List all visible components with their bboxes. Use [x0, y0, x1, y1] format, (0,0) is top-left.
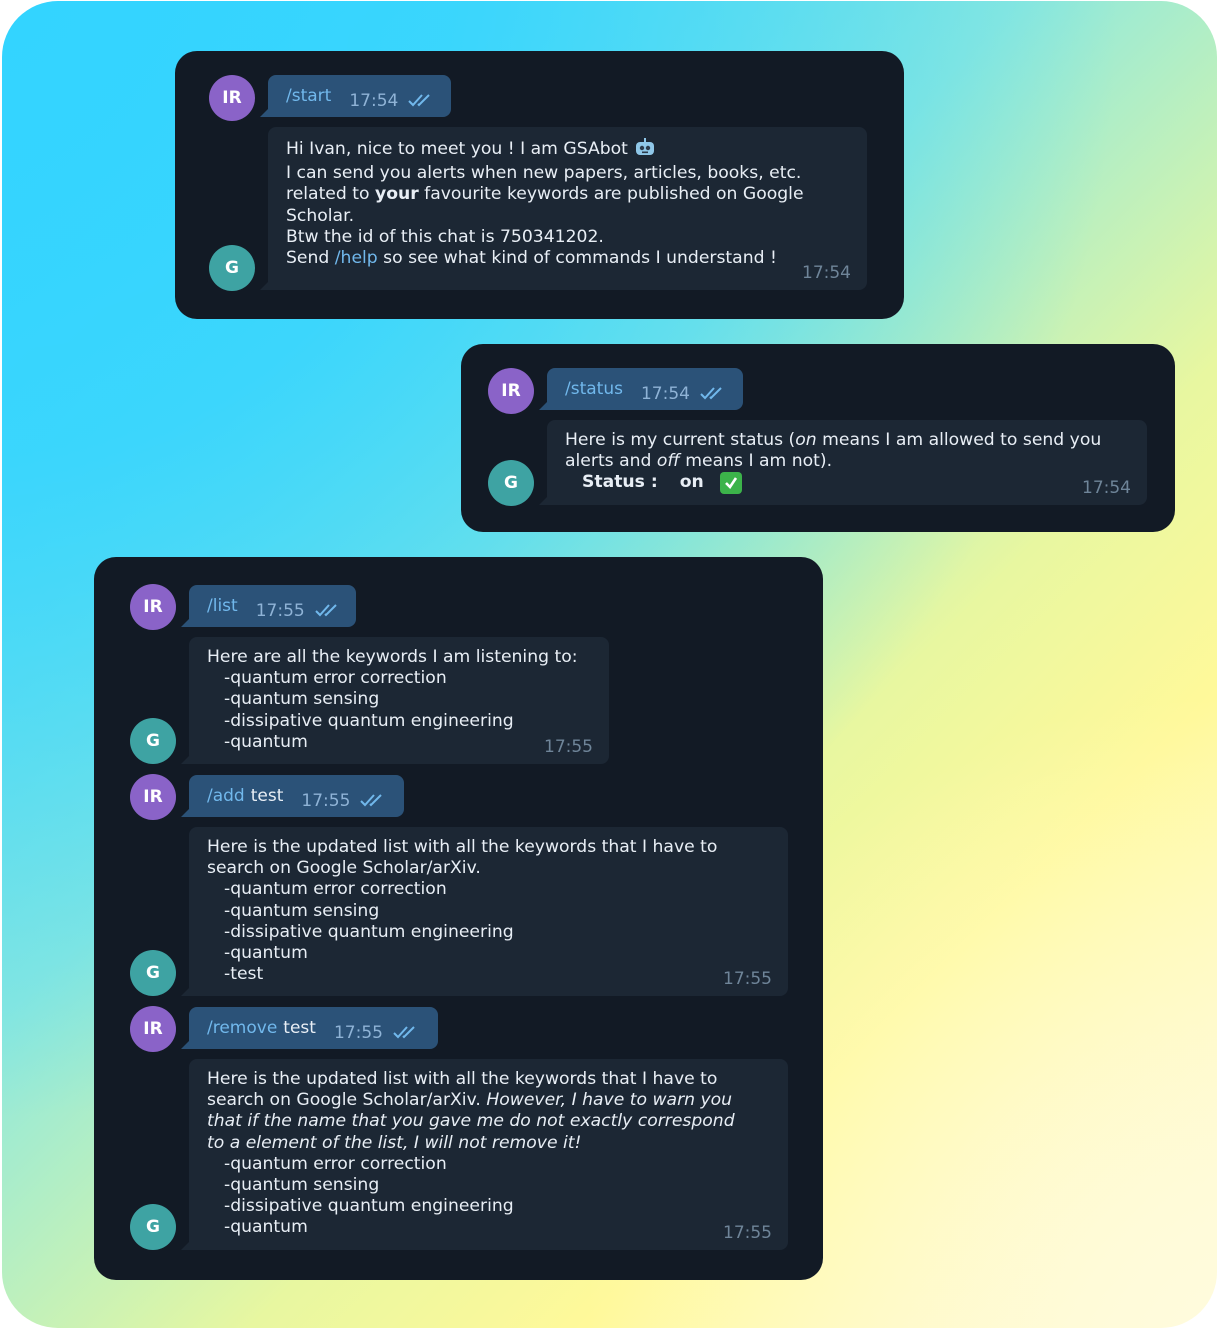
message-time: 17:54: [1082, 477, 1131, 498]
message-line: Hi Ivan, nice to meet you ! I am GSAbot: [286, 137, 851, 163]
message-time: 17:55: [723, 1222, 772, 1243]
user-avatar[interactable]: IR: [130, 1006, 176, 1052]
command-link[interactable]: /remove: [207, 1018, 277, 1038]
message-line: search on Google Scholar/arXiv.: [207, 858, 481, 879]
bot-avatar[interactable]: G: [209, 245, 255, 291]
message-time: 17:54: [640, 384, 690, 404]
message-text: Hi Ivan, nice to meet you ! I am GSAbot: [286, 139, 628, 159]
keyword-item: -quantum sensing: [224, 689, 380, 710]
italic-text: However, I have to warn you: [486, 1090, 733, 1111]
command-argument: test: [250, 786, 284, 806]
double-check-icon: [360, 792, 386, 808]
command-link[interactable]: /status: [565, 379, 623, 399]
incoming-message-add: Here is the updated list with all the ke…: [181, 827, 788, 996]
status-value: on: [679, 472, 704, 493]
keyword-item: -test: [224, 964, 264, 985]
incoming-message-list: Here are all the keywords I am listening…: [181, 637, 609, 764]
message-time: 17:55: [255, 601, 305, 621]
chat-panel-status: IR /status 17:54 G Here is my current st…: [461, 344, 1175, 532]
message-text: related to: [286, 184, 375, 205]
italic-text: off: [656, 451, 680, 472]
message-text: means I am allowed to send you: [816, 430, 1102, 450]
user-avatar[interactable]: IR: [488, 368, 534, 414]
message-text: search on Google Scholar/arXiv.: [207, 1090, 487, 1111]
message-text: means I am not).: [679, 451, 833, 472]
keyword-item: -quantum error correction: [224, 668, 447, 689]
command-link[interactable]: /start: [286, 86, 331, 106]
keyword-item: -quantum error correction: [224, 879, 447, 900]
bot-avatar[interactable]: G: [488, 460, 534, 506]
italic-text: that if the name that you gave me do not…: [207, 1111, 735, 1132]
message-line: related to your favourite keywords are p…: [286, 184, 851, 205]
message-time: 17:55: [333, 1023, 383, 1043]
bot-avatar[interactable]: G: [130, 950, 176, 996]
double-check-icon: [408, 92, 434, 108]
incoming-message-remove: Here is the updated list with all the ke…: [181, 1059, 788, 1250]
user-avatar[interactable]: IR: [130, 774, 176, 820]
message-time: 17:55: [723, 968, 772, 989]
keyword-item: -dissipative quantum engineering: [224, 921, 514, 942]
message-line: to a element of the list, I will not rem…: [207, 1133, 772, 1154]
user-avatar[interactable]: IR: [130, 584, 176, 630]
incoming-message-status: Here is my current status (on means I am…: [539, 420, 1147, 505]
message-line: I can send you alerts when new papers, a…: [286, 163, 802, 184]
chat-panel-keywords: IR /list 17:55 G Here are all the keywor…: [94, 557, 823, 1280]
message-line: Here is the updated list with all the ke…: [207, 837, 718, 857]
incoming-message-start: Hi Ivan, nice to meet you ! I am GSAbot …: [260, 127, 867, 290]
message-line: Here is the updated list with all the ke…: [207, 1069, 718, 1089]
message-line: Btw the id of this chat is 750341202.: [286, 226, 604, 247]
italic-text: on: [795, 430, 817, 450]
check-mark-emoji-icon: [719, 472, 742, 495]
message-text: Send: [286, 248, 335, 269]
message-text: favourite keywords are published on Goog…: [418, 184, 804, 205]
message-time: 17:54: [802, 262, 851, 283]
status-line: Status : on: [565, 472, 1131, 495]
command-argument: test: [283, 1018, 316, 1038]
message-time: 17:55: [544, 736, 593, 757]
message-text: Here is my current status (: [565, 430, 796, 450]
command-link[interactable]: /list: [207, 596, 238, 616]
message-line: that if the name that you gave me do not…: [207, 1111, 772, 1132]
keyword-item: -dissipative quantum engineering: [224, 710, 514, 731]
user-avatar[interactable]: IR: [209, 75, 255, 121]
keyword-item: -dissipative quantum engineering: [224, 1196, 514, 1217]
keyword-item: -quantum sensing: [224, 1175, 380, 1196]
outgoing-message-status[interactable]: /status 17:54: [539, 368, 743, 410]
message-text: so see what kind of commands I understan…: [377, 248, 777, 269]
bot-avatar[interactable]: G: [130, 718, 176, 764]
keyword-item: -quantum: [224, 943, 308, 964]
outgoing-message-start[interactable]: /start 17:54: [260, 75, 451, 117]
robot-emoji-icon: [634, 137, 656, 163]
double-check-icon: [393, 1024, 419, 1040]
message-line: alerts and off means I am not).: [565, 451, 1131, 472]
outgoing-message-add[interactable]: /add test 17:55: [181, 775, 404, 817]
outgoing-message-remove[interactable]: /remove test 17:55: [181, 1007, 438, 1049]
message-line: search on Google Scholar/arXiv. However,…: [207, 1090, 772, 1111]
bot-avatar[interactable]: G: [130, 1204, 176, 1250]
message-time: 17:55: [301, 791, 351, 811]
message-line: Send /help so see what kind of commands …: [286, 248, 851, 269]
chat-panel-start: IR /start 17:54 G Hi Ivan, nice to meet …: [175, 51, 904, 319]
message-time: 17:54: [349, 91, 399, 111]
keyword-item: -quantum: [224, 731, 308, 752]
command-link[interactable]: /add: [207, 786, 245, 806]
message-line: Here are all the keywords I am listening…: [207, 647, 578, 667]
italic-text: to a element of the list, I will not rem…: [207, 1132, 582, 1153]
message-line: Here is my current status (on means I am…: [565, 430, 1131, 451]
keyword-item: -quantum sensing: [224, 900, 380, 921]
bold-text: your: [374, 184, 419, 205]
status-label: Status :: [582, 472, 658, 493]
double-check-icon: [314, 602, 341, 618]
message-line: Scholar.: [286, 205, 355, 226]
keyword-item: -quantum: [224, 1217, 308, 1238]
keyword-item: -quantum error correction: [224, 1153, 447, 1174]
help-command-link[interactable]: /help: [335, 248, 378, 268]
double-check-icon: [700, 385, 726, 401]
message-text: alerts and: [565, 451, 657, 472]
outgoing-message-list[interactable]: /list 17:55: [181, 585, 356, 627]
